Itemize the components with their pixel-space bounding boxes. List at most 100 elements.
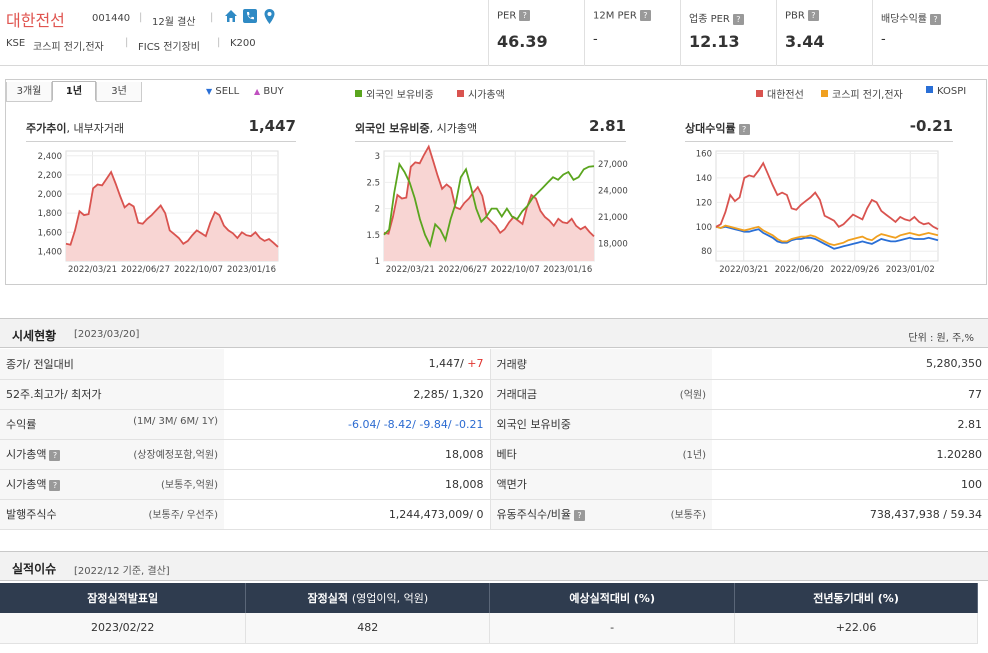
help-icon[interactable]: ? <box>49 449 61 461</box>
table-row: 52주.최고가/ 최저가 2,285/ 1,320 거래대금 (억원) 77 <box>0 379 988 410</box>
stock-code: 001440 <box>92 13 131 24</box>
row-label: 베타 (1년) <box>490 439 712 470</box>
chart-title: 외국인 보유비중, 시가총액 <box>355 122 478 135</box>
help-icon[interactable]: ? <box>49 479 61 491</box>
help-icon[interactable]: ? <box>519 10 531 21</box>
row-label: 거래량 <box>490 349 712 380</box>
y-tick-label: 2 <box>375 205 380 215</box>
x-tick-label: 2022/10/07 <box>174 265 223 275</box>
row-label: 발행주식수 (보통주/ 우선주) <box>0 499 224 530</box>
chart-title: 주가추이, 내부자거래 <box>26 122 125 135</box>
row-label: 거래대금 (억원) <box>490 379 712 410</box>
row-label: 종가/ 전일대비 <box>0 349 224 380</box>
row-value: 1,244,473,009/ 0 <box>224 499 491 530</box>
row-value: 2.81 <box>712 409 988 440</box>
index-membership: K200 <box>230 38 256 49</box>
x-tick-label: 2022/03/21 <box>386 265 435 275</box>
metric-value: - <box>593 32 598 47</box>
tab-3m[interactable]: 3개월 <box>6 82 52 102</box>
help-icon[interactable]: ? <box>639 10 651 21</box>
y-tick-label: 2,000 <box>38 190 62 200</box>
series-line <box>715 225 939 250</box>
row-label: 시가총액? (보통주,억원) <box>0 469 224 500</box>
section-header: 시세현황 [2023/03/20] 단위 : 원, 주,% <box>0 318 988 348</box>
row-value: 18,008 <box>224 439 491 470</box>
kospi-sector: 코스피 전기,전자 <box>33 42 104 53</box>
help-icon[interactable]: ? <box>807 10 819 21</box>
home-icon[interactable] <box>224 9 238 26</box>
metric-label: 12M PER <box>593 10 637 22</box>
help-icon[interactable]: ? <box>738 123 750 135</box>
x-tick-label: 2022/03/21 <box>719 265 768 275</box>
legend-sell: ▼ SELL <box>206 86 240 97</box>
x-tick-label: 2022/06/27 <box>121 265 170 275</box>
triangle-up-icon: ▲ <box>254 87 261 96</box>
y-tick-label: 1,400 <box>38 247 62 257</box>
help-icon[interactable]: ? <box>930 13 941 25</box>
row-label: 52주.최고가/ 최저가 <box>0 379 224 410</box>
help-icon[interactable]: ? <box>732 13 744 25</box>
y-tick-label: 100 <box>696 223 712 233</box>
y-tick-label: 1,600 <box>38 228 62 238</box>
chart-value: 2.81 <box>588 117 626 135</box>
row-label: 유동주식수/비율? (보통주) <box>490 499 712 530</box>
section-date: [2022/12 기준, 결산] <box>74 566 170 577</box>
help-icon[interactable]: ? <box>574 509 586 521</box>
series-line <box>715 224 939 247</box>
series-line <box>715 161 939 231</box>
location-icon[interactable] <box>264 9 275 27</box>
section-title: 시세현황 <box>12 329 57 343</box>
y-tick-label: 1 <box>375 257 380 267</box>
y2-tick-label: 18,000 <box>598 239 628 249</box>
row-label: 시가총액? (상장예정포함,억원) <box>0 439 224 470</box>
legend-buy: ▲ BUY <box>254 86 284 97</box>
metric-label: 배당수익률 <box>881 14 927 25</box>
table-header-row: 잠정실적발표일 잠정실적 (영업이익, 억원) 예상실적대비 (%) 전년동기대… <box>0 583 978 613</box>
y-tick-label: 80 <box>701 247 712 257</box>
tab-3y[interactable]: 3년 <box>96 82 142 102</box>
column-header: 전년동기대비 (%) <box>734 583 978 613</box>
market-status-table: 종가/ 전일대비 1,447/ +7 거래량 5,280,350 52주.최고가/ 최저… <box>0 349 988 530</box>
table-row: 시가총액? (상장예정포함,억원) 18,008 베타 (1년) 1.20280 <box>0 439 988 470</box>
y-tick-label: 1,800 <box>38 209 62 219</box>
y2-tick-label: 27,000 <box>598 160 628 170</box>
table-cell: +22.06 <box>734 613 978 644</box>
x-tick-label: 2022/06/27 <box>438 265 487 275</box>
y-tick-label: 2.5 <box>366 178 380 188</box>
phone-icon[interactable] <box>243 9 257 26</box>
tab-1y[interactable]: 1년 <box>52 81 96 101</box>
chart-value: -0.21 <box>909 117 953 135</box>
y-tick-label: 140 <box>696 174 712 184</box>
table-row: 종가/ 전일대비 1,447/ +7 거래량 5,280,350 <box>0 349 988 380</box>
metric-sector-per: 업종 PER? 12.13 <box>680 0 776 66</box>
table-row: 시가총액? (보통주,억원) 18,008 액면가 100 <box>0 469 988 500</box>
earnings-table: 잠정실적발표일 잠정실적 (영업이익, 억원) 예상실적대비 (%) 전년동기대… <box>0 583 978 644</box>
company-info: 대한전선 001440 | 12월 결산 | KSE 코스피 전기,전자 | F… <box>0 0 488 66</box>
table-row: 수익률 (1M/ 3M/ 6M/ 1Y) -6.04/ -8.42/ -9.84/ … <box>0 409 988 440</box>
relative-return-chart: 2022/03/21 2022/06/20 2022/09/26 2023/01/02… <box>696 149 939 275</box>
table-cell: - <box>489 613 736 644</box>
row-label: 외국인 보유비중 <box>490 409 712 440</box>
y-tick-label: 2,200 <box>38 171 62 181</box>
row-label: 수익률 (1M/ 3M/ 6M/ 1Y) <box>0 409 224 440</box>
row-value: 77 <box>712 379 988 410</box>
y2-tick-label: 21,000 <box>598 213 628 223</box>
row-label: 액면가 <box>490 469 712 500</box>
row-value: 1.20280 <box>712 439 988 470</box>
metric-per: PER? 46.39 <box>488 0 584 66</box>
fics-sector: FICS 전기장비 <box>138 42 201 53</box>
x-tick-label: 2023/01/02 <box>886 265 935 275</box>
table-cell: 482 <box>245 613 491 644</box>
metric-pbr: PBR? 3.44 <box>776 0 872 66</box>
row-value: 18,008 <box>224 469 491 500</box>
divider: | <box>210 12 214 23</box>
x-tick-label: 2023/01/16 <box>543 265 592 275</box>
divider <box>26 141 296 142</box>
legend-mcap: 시가총액 <box>457 86 505 101</box>
column-header: 잠정실적 (영업이익, 억원) <box>245 583 491 613</box>
metric-value: 12.13 <box>689 32 740 51</box>
row-value: -6.04/ -8.42/ -9.84/ -0.21 <box>224 409 491 440</box>
y-tick-label: 1.5 <box>366 231 380 241</box>
market-label: KSE <box>6 38 26 49</box>
divider <box>355 141 626 142</box>
